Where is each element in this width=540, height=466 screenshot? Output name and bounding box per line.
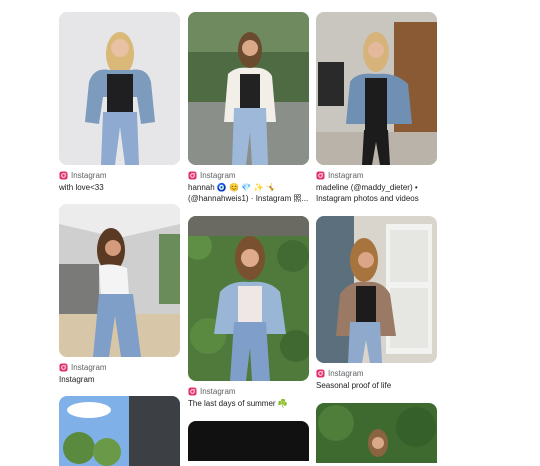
caption-line: (@hannahweis1) · Instagram 照... — [188, 194, 309, 203]
result-card[interactable]: Instagram madeline (@maddy_dieter) • Ins… — [316, 12, 437, 207]
result-source[interactable]: Instagram — [188, 385, 236, 397]
result-thumbnail[interactable] — [59, 204, 180, 357]
result-thumbnail[interactable] — [59, 12, 180, 165]
result-source[interactable]: Instagram — [59, 169, 107, 181]
result-caption[interactable]: with love<33 — [59, 182, 184, 193]
result-thumbnail[interactable] — [59, 396, 180, 466]
result-card[interactable]: Instagram with love<33 — [59, 12, 180, 197]
result-source[interactable]: Instagram — [59, 361, 107, 373]
result-thumbnail[interactable] — [188, 216, 309, 381]
instagram-icon — [188, 386, 197, 396]
source-label: Instagram — [200, 170, 236, 180]
result-source[interactable]: Instagram — [188, 169, 236, 181]
result-thumbnail[interactable] — [188, 12, 309, 165]
result-thumbnail[interactable] — [316, 403, 437, 463]
instagram-icon — [316, 368, 325, 378]
instagram-icon — [59, 170, 68, 180]
caption-line: Instagram photos and videos — [316, 194, 419, 203]
result-source[interactable]: Instagram — [316, 367, 364, 379]
image-results-grid: Instagram with love<33 Instagram hannah … — [0, 0, 540, 466]
caption-line: hannah 🧿 😊 💎 ✨ 🤸 — [188, 183, 276, 192]
instagram-icon — [316, 170, 325, 180]
source-label: Instagram — [328, 170, 364, 180]
result-card[interactable]: Instagram The last days of summer ☘️ — [188, 216, 309, 411]
result-caption[interactable]: Seasonal proof of life — [316, 380, 441, 391]
result-caption[interactable]: hannah 🧿 😊 💎 ✨ 🤸 (@hannahweis1) · Instag… — [188, 182, 313, 204]
result-caption[interactable]: The last days of summer ☘️ — [188, 398, 313, 409]
caption-line: madeline (@maddy_dieter) • — [316, 183, 418, 192]
photo-woman-ivy-wall — [188, 216, 309, 381]
photo-woman-doorway — [316, 216, 437, 363]
instagram-icon — [59, 362, 68, 372]
source-label: Instagram — [71, 362, 107, 372]
photo-sky-trees — [59, 396, 180, 466]
photo-woman-denim-jacket — [59, 12, 180, 165]
photo-dark-night — [188, 421, 309, 461]
photo-woman-selfie — [316, 12, 437, 165]
result-thumbnail[interactable] — [316, 216, 437, 363]
source-label: Instagram — [200, 386, 236, 396]
result-thumbnail[interactable] — [188, 421, 309, 461]
result-source[interactable]: Instagram — [316, 169, 364, 181]
result-card[interactable] — [59, 396, 180, 466]
result-card[interactable] — [316, 403, 437, 463]
source-label: Instagram — [328, 368, 364, 378]
result-card[interactable] — [188, 421, 309, 461]
source-label: Instagram — [71, 170, 107, 180]
photo-woman-garden — [188, 12, 309, 165]
photo-woman-greenery — [316, 403, 437, 463]
result-card[interactable]: Instagram Seasonal proof of life — [316, 216, 437, 401]
result-caption[interactable]: Instagram — [59, 374, 184, 385]
result-caption[interactable]: madeline (@maddy_dieter) • Instagram pho… — [316, 182, 441, 204]
result-card[interactable]: Instagram hannah 🧿 😊 💎 ✨ 🤸 (@hannahweis1… — [188, 12, 309, 207]
result-thumbnail[interactable] — [316, 12, 437, 165]
instagram-icon — [188, 170, 197, 180]
result-card[interactable]: Instagram Instagram — [59, 204, 180, 389]
photo-woman-patio — [59, 204, 180, 357]
